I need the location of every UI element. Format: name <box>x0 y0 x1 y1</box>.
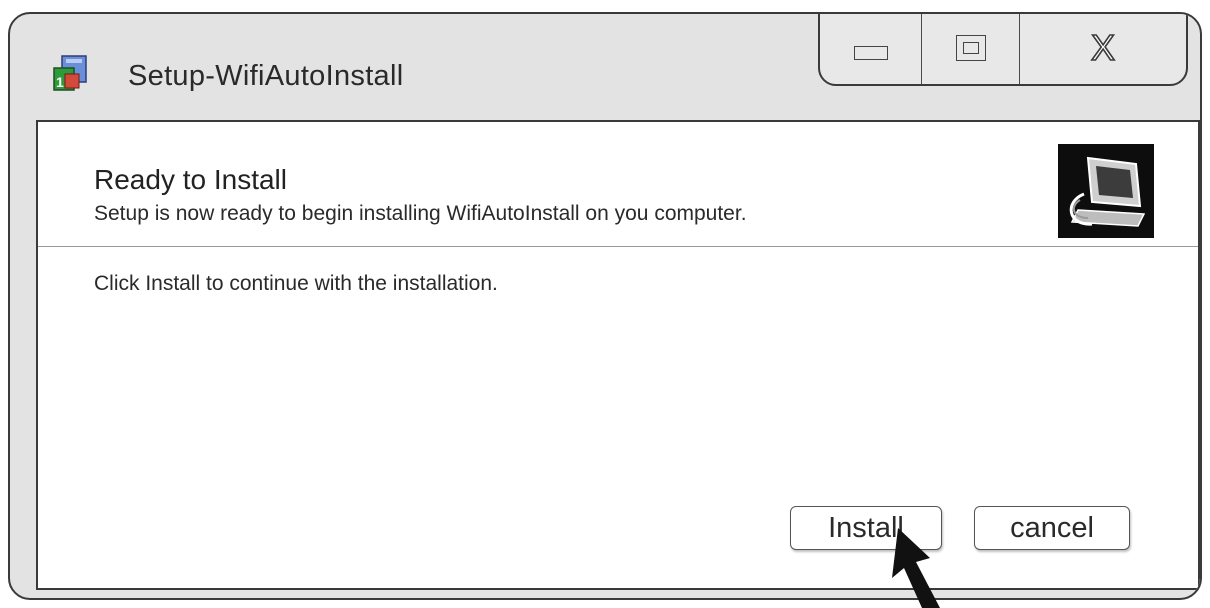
close-label: X <box>1091 28 1115 68</box>
page-subtitle: Setup is now ready to begin installing W… <box>94 202 747 225</box>
header-divider <box>38 246 1198 247</box>
screen: 1 Setup-WifiAutoInstall X Ready to Insta… <box>0 0 1210 608</box>
maximize-button[interactable] <box>922 14 1020 84</box>
page-title: Ready to Install <box>94 164 287 195</box>
close-button[interactable]: X <box>1020 14 1186 84</box>
wizard-header: Ready to Install Setup is now ready to b… <box>38 122 1198 246</box>
wizard-panel: Ready to Install Setup is now ready to b… <box>36 120 1200 590</box>
window-title: Setup-WifiAutoInstall <box>128 60 404 92</box>
minimize-button[interactable] <box>820 14 922 84</box>
setup-window: 1 Setup-WifiAutoInstall X Ready to Insta… <box>8 12 1202 600</box>
instruction-text: Click Install to continue with the insta… <box>94 272 498 295</box>
svg-text:1: 1 <box>56 74 64 90</box>
cancel-button[interactable]: cancel <box>974 506 1130 550</box>
setup-package-icon: 1 <box>53 55 87 91</box>
maximize-icon <box>955 35 986 61</box>
caption-buttons: X <box>818 14 1188 86</box>
minimize-icon <box>853 46 888 60</box>
install-button[interactable]: Install <box>790 506 942 550</box>
close-icon: X <box>1090 28 1116 68</box>
computer-install-icon <box>1058 144 1154 238</box>
title-bar[interactable]: 1 Setup-WifiAutoInstall X <box>10 14 1200 120</box>
